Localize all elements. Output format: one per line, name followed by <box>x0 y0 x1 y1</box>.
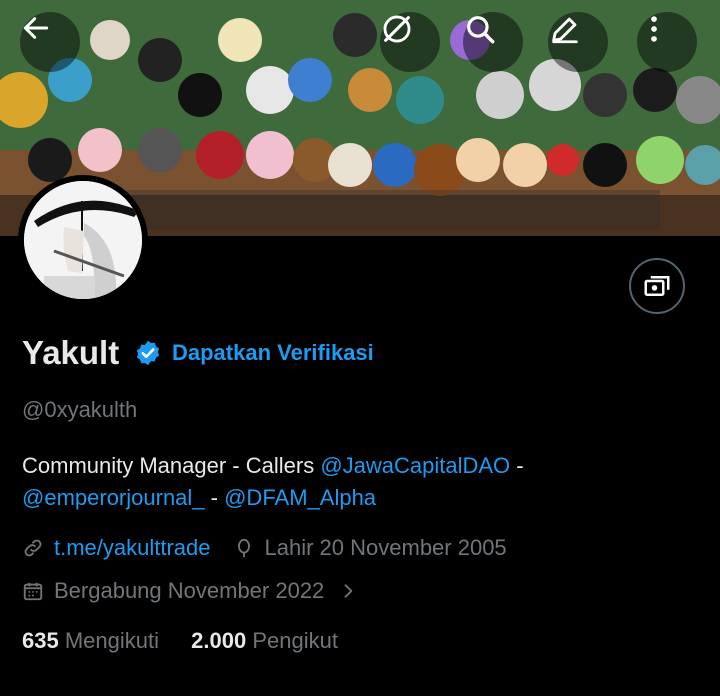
joined-date-text: Bergabung November 2022 <box>54 578 325 603</box>
link-icon <box>24 539 42 557</box>
get-verified-link[interactable]: Dapatkan Verifikasi <box>172 340 374 366</box>
grok-icon <box>383 15 411 43</box>
profile-handle: @0xyakulth <box>22 397 138 422</box>
followers-label: Pengikut <box>252 628 338 653</box>
website-link[interactable]: t.me/yakulttrade <box>54 535 211 561</box>
following-stat[interactable]: 635 Mengikuti <box>22 628 159 653</box>
subscribe-money-button[interactable] <box>629 258 685 314</box>
bio-separator: - <box>510 453 524 478</box>
profile-meta-row-2[interactable]: Bergabung November 2022 <box>22 578 368 604</box>
edit-button[interactable] <box>548 12 608 72</box>
follow-stats: 635 Mengikuti 2.000 Pengikut <box>22 628 338 654</box>
birthday-balloon-icon <box>237 538 250 558</box>
money-icon <box>644 276 670 296</box>
search-button[interactable] <box>463 12 523 72</box>
grok-button[interactable] <box>380 12 440 72</box>
avatar-illustration <box>24 181 142 299</box>
followers-count: 2.000 <box>191 628 247 653</box>
profile-bio: Community Manager - Callers @JawaCapital… <box>22 450 702 514</box>
bio-mention-jawacapitaldao[interactable]: @JawaCapitalDAO <box>320 453 510 478</box>
more-button[interactable] <box>637 12 697 72</box>
edit-icon <box>552 17 578 44</box>
profile-name: Yakult <box>22 334 120 371</box>
verified-badge-icon[interactable] <box>134 339 162 367</box>
profile-meta-row-1: t.me/yakulttrade Lahir 20 November 2005 <box>22 535 507 561</box>
bio-mention-dfam-alpha[interactable]: @DFAM_Alpha <box>224 485 376 510</box>
following-count: 635 <box>22 628 59 653</box>
search-icon <box>467 16 495 44</box>
calendar-icon <box>23 582 43 601</box>
more-icon <box>651 16 657 42</box>
profile-avatar[interactable] <box>18 175 148 305</box>
followers-stat[interactable]: 2.000 Pengikut <box>191 628 338 653</box>
chevron-right-icon <box>344 584 353 598</box>
bio-mention-emperorjournal[interactable]: @emperorjournal_ <box>22 485 205 510</box>
birthday-text: Lahir 20 November 2005 <box>264 535 507 560</box>
back-arrow-icon <box>23 17 49 39</box>
back-button[interactable] <box>20 12 80 72</box>
following-label: Mengikuti <box>64 628 159 653</box>
bio-separator: - <box>204 485 225 510</box>
bio-text: Community Manager - Callers <box>22 453 321 478</box>
